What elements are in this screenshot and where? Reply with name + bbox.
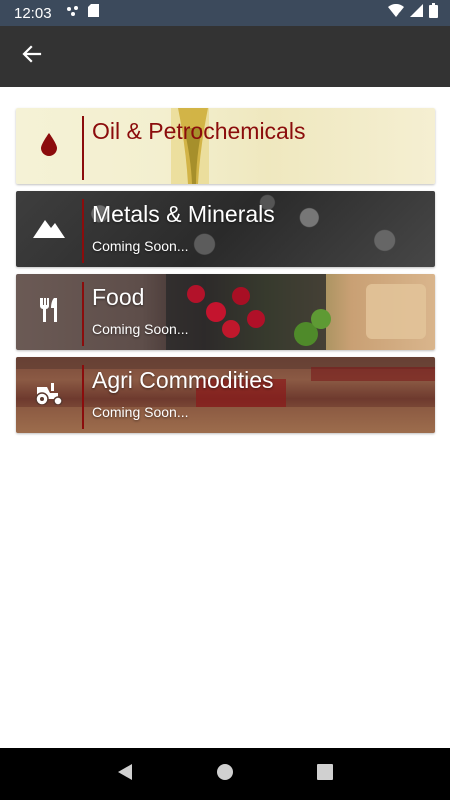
card-text: Oil & Petrochemicals	[82, 108, 305, 184]
arrow-left-icon	[22, 44, 42, 69]
card-icon-box	[16, 191, 82, 267]
home-circle-icon	[216, 763, 234, 786]
nav-recents-button[interactable]	[310, 759, 340, 789]
card-icon-box	[16, 274, 82, 350]
card-subtitle: Coming Soon...	[92, 238, 189, 254]
card-icon-box	[16, 108, 82, 184]
category-card-oil-petrochemicals[interactable]: Oil & Petrochemicals	[16, 108, 435, 184]
category-card-food[interactable]: Food Coming Soon...	[16, 274, 435, 350]
card-title: Agri Commodities	[92, 367, 274, 393]
nav-back-button[interactable]	[110, 759, 140, 789]
card-icon-box	[16, 357, 82, 433]
sd-card-icon	[87, 4, 99, 22]
status-left-icons	[66, 4, 99, 22]
notification-dots-icon	[66, 4, 80, 22]
wifi-icon	[388, 3, 404, 22]
tractor-icon	[33, 381, 65, 410]
battery-icon	[429, 3, 438, 23]
card-title: Food	[92, 284, 145, 310]
category-card-agri-commodities[interactable]: Agri Commodities Coming Soon...	[16, 357, 435, 433]
card-subtitle: Coming Soon...	[92, 404, 189, 420]
card-title: Metals & Minerals	[92, 201, 275, 227]
back-triangle-icon	[117, 763, 133, 786]
status-bar: 12:03	[0, 0, 450, 26]
status-right-icons	[388, 3, 438, 23]
category-card-metals-minerals[interactable]: Metals & Minerals Coming Soon...	[16, 191, 435, 267]
card-text: Food Coming Soon...	[82, 274, 189, 350]
card-text: Metals & Minerals Coming Soon...	[82, 191, 275, 267]
nav-home-button[interactable]	[210, 759, 240, 789]
fork-knife-icon	[38, 297, 60, 327]
card-title: Oil & Petrochemicals	[92, 118, 306, 144]
card-text: Agri Commodities Coming Soon...	[82, 357, 274, 433]
category-list: Oil & Petrochemicals Metals & Minerals C…	[16, 108, 435, 440]
back-button[interactable]	[16, 41, 48, 73]
app-bar	[0, 26, 450, 87]
system-nav-bar	[0, 748, 450, 800]
status-time: 12:03	[14, 4, 52, 22]
drop-icon	[40, 132, 58, 161]
card-subtitle: Coming Soon...	[92, 321, 189, 337]
recents-square-icon	[317, 763, 333, 785]
signal-icon	[410, 4, 423, 22]
mountain-icon	[33, 216, 65, 243]
